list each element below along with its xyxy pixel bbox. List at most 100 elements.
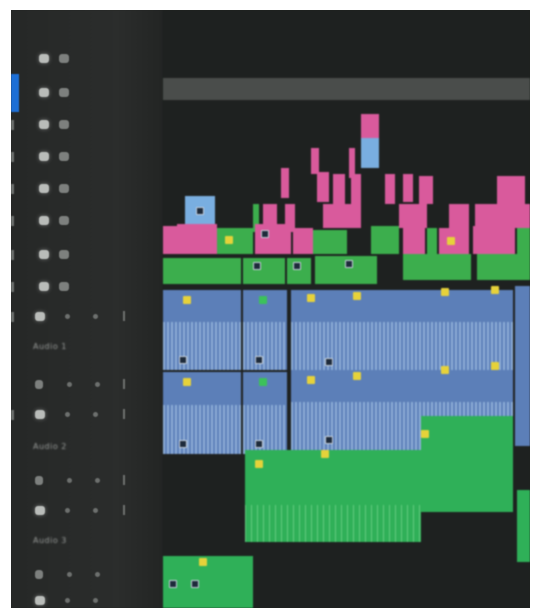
video-clip[interactable] [177, 224, 217, 254]
mic-icon[interactable] [93, 598, 98, 603]
keyframe-marker[interactable] [183, 378, 191, 386]
mic-icon[interactable] [93, 412, 98, 417]
video-track-header[interactable] [11, 112, 163, 142]
timeline-panel[interactable] [163, 10, 530, 608]
audio-clip[interactable] [243, 372, 287, 454]
video-track-header[interactable] [11, 176, 163, 206]
video-clip[interactable] [311, 148, 319, 174]
clip-fx-badge[interactable] [191, 580, 199, 588]
keyframe-marker[interactable] [259, 296, 267, 304]
video-track-header[interactable] [11, 242, 163, 272]
video-clip[interactable] [449, 204, 469, 228]
audio-clip[interactable] [515, 286, 530, 366]
eye-icon[interactable] [39, 152, 49, 161]
video-track-header[interactable] [11, 208, 163, 238]
video-clip[interactable] [371, 226, 399, 254]
audio-track-header[interactable] [11, 588, 163, 608]
audio-track-header[interactable] [11, 402, 163, 432]
lock-icon[interactable] [59, 120, 69, 129]
lock-icon[interactable] [59, 54, 69, 63]
video-clip[interactable] [419, 176, 433, 204]
lock-icon[interactable] [59, 152, 69, 161]
eye-icon[interactable] [39, 120, 49, 129]
video-clip-v1[interactable] [163, 258, 241, 284]
video-clip-v1[interactable] [243, 258, 285, 284]
audio-clip[interactable] [163, 372, 241, 454]
keyframe-marker[interactable] [353, 292, 361, 300]
video-clip[interactable] [497, 176, 525, 204]
keyframe-marker[interactable] [447, 237, 455, 245]
video-clip[interactable] [313, 230, 347, 254]
audio-clip[interactable] [163, 290, 241, 370]
video-clip[interactable] [403, 228, 425, 254]
video-clip[interactable] [403, 174, 413, 202]
keyframe-marker[interactable] [441, 366, 449, 374]
keyframe-marker[interactable] [307, 376, 315, 384]
keyframe-marker[interactable] [253, 262, 261, 270]
keyframe-marker[interactable] [345, 260, 353, 268]
track-handle-icon[interactable] [123, 311, 125, 321]
audio-track-header[interactable] [11, 498, 163, 528]
keyframe-marker[interactable] [441, 288, 449, 296]
audio-clip[interactable] [421, 416, 513, 512]
track-handle-icon[interactable] [123, 379, 125, 389]
video-clip[interactable] [163, 226, 177, 254]
video-clip-v1[interactable] [403, 254, 471, 280]
mute-icon[interactable] [35, 506, 45, 515]
keyframe-marker[interactable] [491, 286, 499, 294]
keyframe-marker[interactable] [255, 460, 263, 468]
clip-fx-badge[interactable] [325, 436, 333, 444]
solo-icon[interactable] [65, 412, 70, 417]
mute-icon[interactable] [35, 312, 45, 321]
eye-icon[interactable] [39, 184, 49, 193]
clip-fx-badge[interactable] [179, 356, 187, 364]
video-clip-v1[interactable] [315, 256, 377, 284]
keyframe-marker[interactable] [421, 430, 429, 438]
keyframe-marker[interactable] [353, 372, 361, 380]
keyframe-marker[interactable] [199, 558, 207, 566]
audio-track-header[interactable] [11, 304, 163, 334]
video-clip[interactable] [281, 168, 289, 198]
video-clip[interactable] [185, 196, 215, 224]
video-clip[interactable] [385, 174, 395, 204]
keyframe-marker[interactable] [196, 207, 204, 215]
clip-fx-badge[interactable] [179, 440, 187, 448]
waveform-toggle-icon[interactable] [35, 476, 43, 485]
solo-icon[interactable] [67, 572, 72, 577]
video-clip[interactable] [361, 114, 379, 140]
solo-icon[interactable] [65, 314, 70, 319]
audio-track-controls[interactable] [11, 372, 163, 402]
eye-icon[interactable] [39, 216, 49, 225]
track-handle-icon[interactable] [123, 409, 125, 419]
video-clip[interactable] [323, 204, 361, 228]
mic-icon[interactable] [95, 572, 100, 577]
mic-icon[interactable] [95, 382, 100, 387]
track-handle-icon[interactable] [123, 475, 125, 485]
video-clip[interactable] [517, 228, 530, 254]
clip-fx-badge[interactable] [325, 358, 333, 366]
clip-fx-badge[interactable] [169, 580, 177, 588]
video-track-header[interactable] [11, 80, 163, 110]
mic-icon[interactable] [93, 508, 98, 513]
mic-icon[interactable] [95, 478, 100, 483]
mic-icon[interactable] [93, 314, 98, 319]
audio-clip[interactable] [163, 556, 253, 608]
eye-icon[interactable] [39, 88, 49, 97]
eye-icon[interactable] [39, 250, 49, 259]
solo-icon[interactable] [65, 508, 70, 513]
video-track-header[interactable] [11, 274, 163, 304]
audio-clip[interactable] [515, 366, 530, 446]
lock-icon[interactable] [59, 184, 69, 193]
lock-icon[interactable] [59, 282, 69, 291]
audio-track-controls[interactable] [11, 468, 163, 498]
eye-icon[interactable] [39, 54, 49, 63]
mute-icon[interactable] [35, 596, 45, 605]
audio-clip[interactable] [245, 450, 421, 542]
keyframe-marker[interactable] [491, 362, 499, 370]
video-track-header[interactable] [11, 46, 163, 76]
mute-icon[interactable] [35, 410, 45, 419]
video-clip[interactable] [475, 204, 530, 228]
video-clip[interactable] [317, 172, 329, 202]
solo-icon[interactable] [67, 478, 72, 483]
video-clip[interactable] [255, 224, 291, 254]
